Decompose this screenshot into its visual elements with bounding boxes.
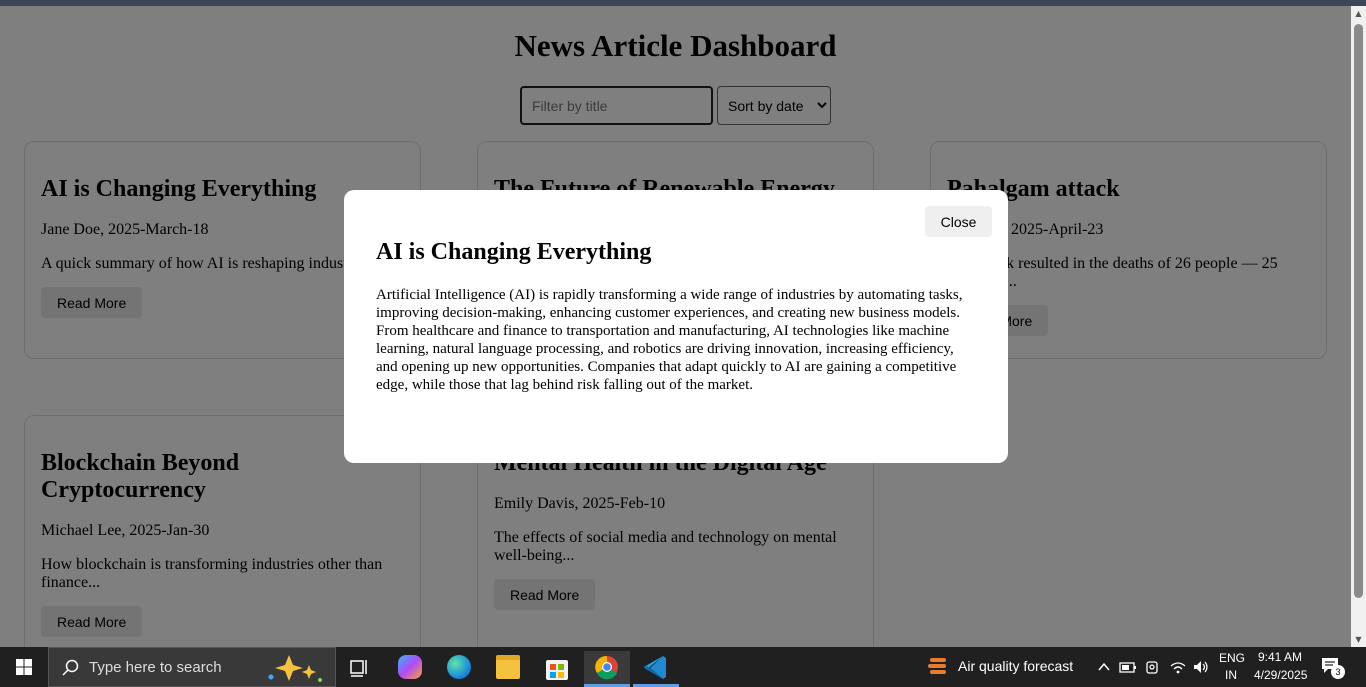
modal-close-button[interactable]: Close	[925, 206, 992, 237]
search-icon	[62, 659, 79, 676]
modal-title: AI is Changing Everything	[376, 239, 652, 265]
scroll-up-icon[interactable]: ▲	[1351, 6, 1366, 21]
volume-icon[interactable]	[1192, 659, 1210, 675]
chevron-up-icon[interactable]	[1097, 660, 1111, 674]
air-quality-icon	[928, 658, 946, 674]
vertical-scrollbar[interactable]: ▲ ▼	[1351, 6, 1366, 647]
copilot-button[interactable]	[387, 651, 433, 687]
language-indicator[interactable]: ENG	[1219, 651, 1245, 665]
chrome-icon	[595, 655, 618, 680]
task-view-button[interactable]	[337, 651, 383, 687]
copilot-icon	[398, 655, 422, 679]
region-indicator[interactable]: IN	[1225, 668, 1237, 682]
windows-logo-icon	[16, 659, 32, 675]
scrollbar-thumb[interactable]	[1354, 24, 1363, 598]
file-explorer-icon	[496, 655, 520, 679]
meet-now-icon[interactable]	[1145, 659, 1161, 675]
taskbar-search-box[interactable]: Type here to search	[48, 647, 336, 687]
edge-icon	[447, 655, 471, 679]
file-explorer-button[interactable]	[485, 651, 531, 687]
sparkle-icon	[268, 655, 322, 682]
wifi-icon[interactable]	[1169, 659, 1187, 675]
store-icon	[546, 660, 568, 680]
clock-date[interactable]: 4/29/2025	[1254, 668, 1307, 682]
weather-widget[interactable]: Air quality forecast	[958, 658, 1073, 674]
chrome-button[interactable]	[584, 651, 630, 687]
article-modal: Close AI is Changing Everything Artifici…	[344, 190, 1008, 463]
vscode-icon	[644, 656, 666, 679]
notification-center-button[interactable]: 3	[1320, 656, 1346, 680]
notification-badge: 3	[1331, 665, 1345, 679]
scroll-down-icon[interactable]: ▼	[1351, 632, 1366, 647]
edge-button[interactable]	[436, 651, 482, 687]
vscode-button[interactable]	[633, 651, 679, 687]
modal-body: Artificial Intelligence (AI) is rapidly …	[376, 287, 963, 393]
task-view-icon	[350, 660, 367, 677]
windows-taskbar: Type here to search Air quality forecast…	[0, 647, 1366, 687]
clock-time[interactable]: 9:41 AM	[1258, 650, 1302, 664]
battery-icon[interactable]	[1119, 659, 1137, 675]
page-viewport: News Article Dashboard Sort by date AI i…	[0, 6, 1351, 647]
search-placeholder: Type here to search	[89, 659, 222, 676]
start-button[interactable]	[0, 647, 48, 687]
store-button[interactable]	[534, 651, 580, 687]
